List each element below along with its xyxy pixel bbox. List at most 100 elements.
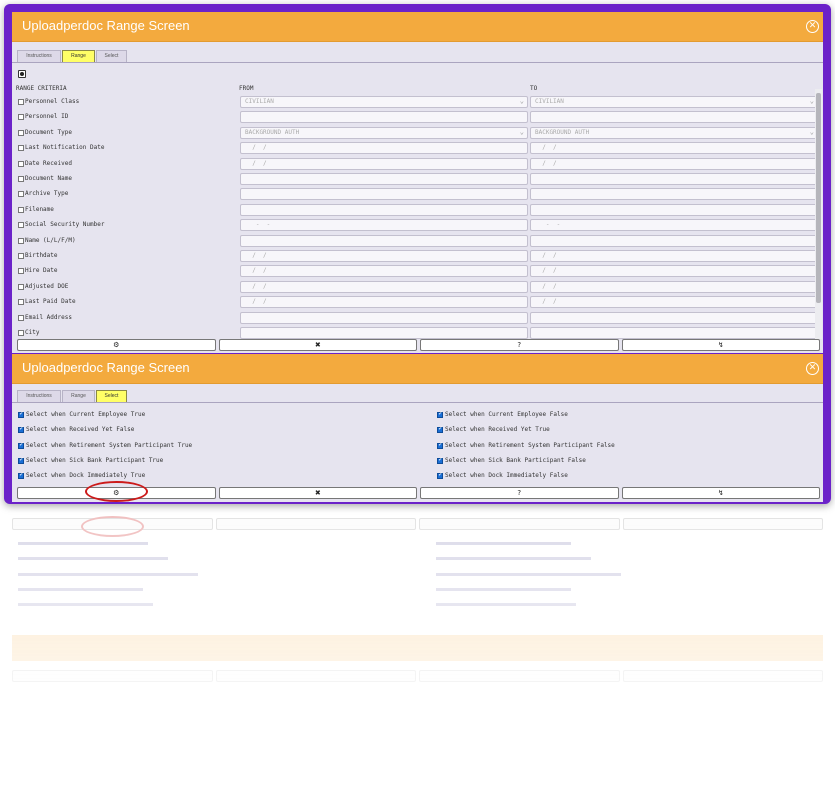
- to-field[interactable]: [530, 327, 818, 339]
- cancel-button[interactable]: ✖: [218, 339, 417, 351]
- from-field[interactable]: / /: [240, 265, 528, 278]
- select-checkbox[interactable]: [18, 471, 24, 480]
- from-field[interactable]: / /: [240, 142, 528, 155]
- criteria-checkbox[interactable]: [18, 283, 24, 290]
- export-button[interactable]: ↯: [621, 487, 820, 499]
- from-field[interactable]: [240, 234, 528, 247]
- select-option: Select when Dock Immediately True: [18, 471, 398, 483]
- to-field[interactable]: / /: [530, 280, 818, 293]
- to-field[interactable]: [530, 234, 818, 247]
- scrollbar[interactable]: [815, 89, 822, 339]
- page-title: Uploadperdoc Range Screen: [22, 360, 190, 375]
- toggle-all-icon[interactable]: [18, 70, 26, 78]
- to-field[interactable]: CIVILIAN: [530, 96, 818, 108]
- settings-button[interactable]: ⚙: [17, 339, 216, 351]
- criteria-row: Birthdate / / / /: [12, 249, 823, 264]
- from-field[interactable]: CIVILIAN: [240, 96, 528, 108]
- to-field[interactable]: / /: [530, 142, 818, 155]
- help-button[interactable]: ?: [420, 487, 619, 499]
- to-field[interactable]: / /: [530, 265, 818, 278]
- criteria-checkbox[interactable]: [18, 145, 24, 152]
- criteria-checkbox[interactable]: [18, 314, 24, 321]
- from-field[interactable]: [240, 173, 528, 185]
- from-field[interactable]: [240, 111, 528, 124]
- scrollbar-thumb[interactable]: [816, 93, 821, 303]
- tab-range[interactable]: Range: [62, 390, 95, 402]
- from-field[interactable]: [240, 203, 528, 216]
- to-field[interactable]: [530, 311, 818, 324]
- to-field[interactable]: [530, 188, 818, 201]
- to-field[interactable]: / /: [530, 157, 818, 170]
- select-option-label: Select when Current Employee True: [26, 411, 146, 418]
- criteria-checkbox[interactable]: [18, 253, 24, 259]
- select-option-label: Select when Sick Bank Participant False: [445, 456, 586, 464]
- criteria-row: Last Paid Date / / / /: [12, 295, 823, 310]
- criteria-checkbox[interactable]: [18, 268, 24, 275]
- from-header: FROM: [239, 85, 254, 92]
- criteria-checkbox[interactable]: [18, 99, 24, 105]
- export-button[interactable]: ↯: [621, 339, 820, 351]
- to-field[interactable]: [530, 203, 818, 216]
- select-checkbox[interactable]: [18, 410, 24, 418]
- criteria-label: Last Paid Date: [25, 298, 76, 306]
- tab-instructions[interactable]: Instructions: [17, 390, 61, 402]
- select-checkbox[interactable]: [437, 410, 443, 418]
- cancel-button[interactable]: ✖: [218, 487, 417, 499]
- select-checkbox[interactable]: [437, 425, 443, 434]
- criteria-checkbox[interactable]: [18, 222, 24, 229]
- to-field[interactable]: / /: [530, 250, 818, 262]
- select-checkbox[interactable]: [18, 456, 24, 464]
- criteria-row: Archive Type: [12, 187, 823, 202]
- select-option: Select when Received Yet True: [437, 425, 817, 437]
- criteria-checkbox[interactable]: [18, 237, 24, 244]
- reflection-highlight: [81, 516, 144, 537]
- criteria-checkbox[interactable]: [18, 129, 24, 136]
- from-field[interactable]: / /: [240, 157, 528, 170]
- select-option-label: Select when Current Employee False: [445, 411, 568, 418]
- select-checkbox[interactable]: [437, 471, 443, 480]
- highlight-circle: [85, 481, 148, 502]
- close-icon[interactable]: ✕: [806, 20, 819, 33]
- select-option: Select when Current Employee True: [18, 410, 398, 422]
- criteria-label: Personnel Class: [25, 98, 80, 105]
- criteria-checkbox[interactable]: [18, 206, 24, 213]
- criteria-row: Document Name: [12, 172, 823, 187]
- tab-range[interactable]: Range: [62, 50, 95, 62]
- from-field[interactable]: / /: [240, 280, 528, 293]
- select-panel: Uploadperdoc Range Screen ✕ Instructions…: [12, 354, 823, 502]
- to-field[interactable]: [530, 111, 818, 124]
- to-field[interactable]: BACKGROUND AUTH: [530, 126, 818, 139]
- to-field[interactable]: - -: [530, 219, 818, 232]
- criteria-row: Hire Date / / / /: [12, 264, 823, 279]
- criteria-row: Date Received / / / /: [12, 157, 823, 172]
- from-field[interactable]: - -: [240, 219, 528, 232]
- from-field[interactable]: [240, 311, 528, 324]
- from-field[interactable]: / /: [240, 296, 528, 309]
- criteria-checkbox[interactable]: [18, 160, 24, 167]
- from-field[interactable]: BACKGROUND AUTH: [240, 126, 528, 139]
- criteria-checkbox[interactable]: [18, 176, 24, 182]
- from-field[interactable]: [240, 327, 528, 339]
- from-field[interactable]: / /: [240, 250, 528, 262]
- tab-select[interactable]: Select: [96, 50, 127, 62]
- to-field[interactable]: [530, 173, 818, 185]
- help-button[interactable]: ?: [420, 339, 619, 351]
- criteria-label: Birthdate: [25, 252, 58, 259]
- select-checkbox[interactable]: [18, 425, 24, 434]
- criteria-checkbox[interactable]: [18, 114, 24, 121]
- select-option-label: Select when Retirement System Participan…: [26, 441, 193, 449]
- criteria-label: Name (L/L/F/M): [25, 236, 76, 244]
- select-checkbox[interactable]: [18, 441, 24, 449]
- close-icon[interactable]: ✕: [806, 362, 819, 375]
- tab-select[interactable]: Select: [96, 390, 127, 402]
- select-checkbox[interactable]: [437, 441, 443, 449]
- select-panel-header: Uploadperdoc Range Screen ✕: [12, 354, 823, 384]
- criteria-checkbox[interactable]: [18, 191, 24, 198]
- to-field[interactable]: / /: [530, 296, 818, 309]
- tab-instructions[interactable]: Instructions: [17, 50, 61, 62]
- criteria-checkbox[interactable]: [18, 299, 24, 306]
- criteria-label: Adjusted DOE: [25, 282, 69, 290]
- criteria-checkbox[interactable]: [18, 330, 24, 336]
- select-checkbox[interactable]: [437, 456, 443, 464]
- from-field[interactable]: [240, 188, 528, 201]
